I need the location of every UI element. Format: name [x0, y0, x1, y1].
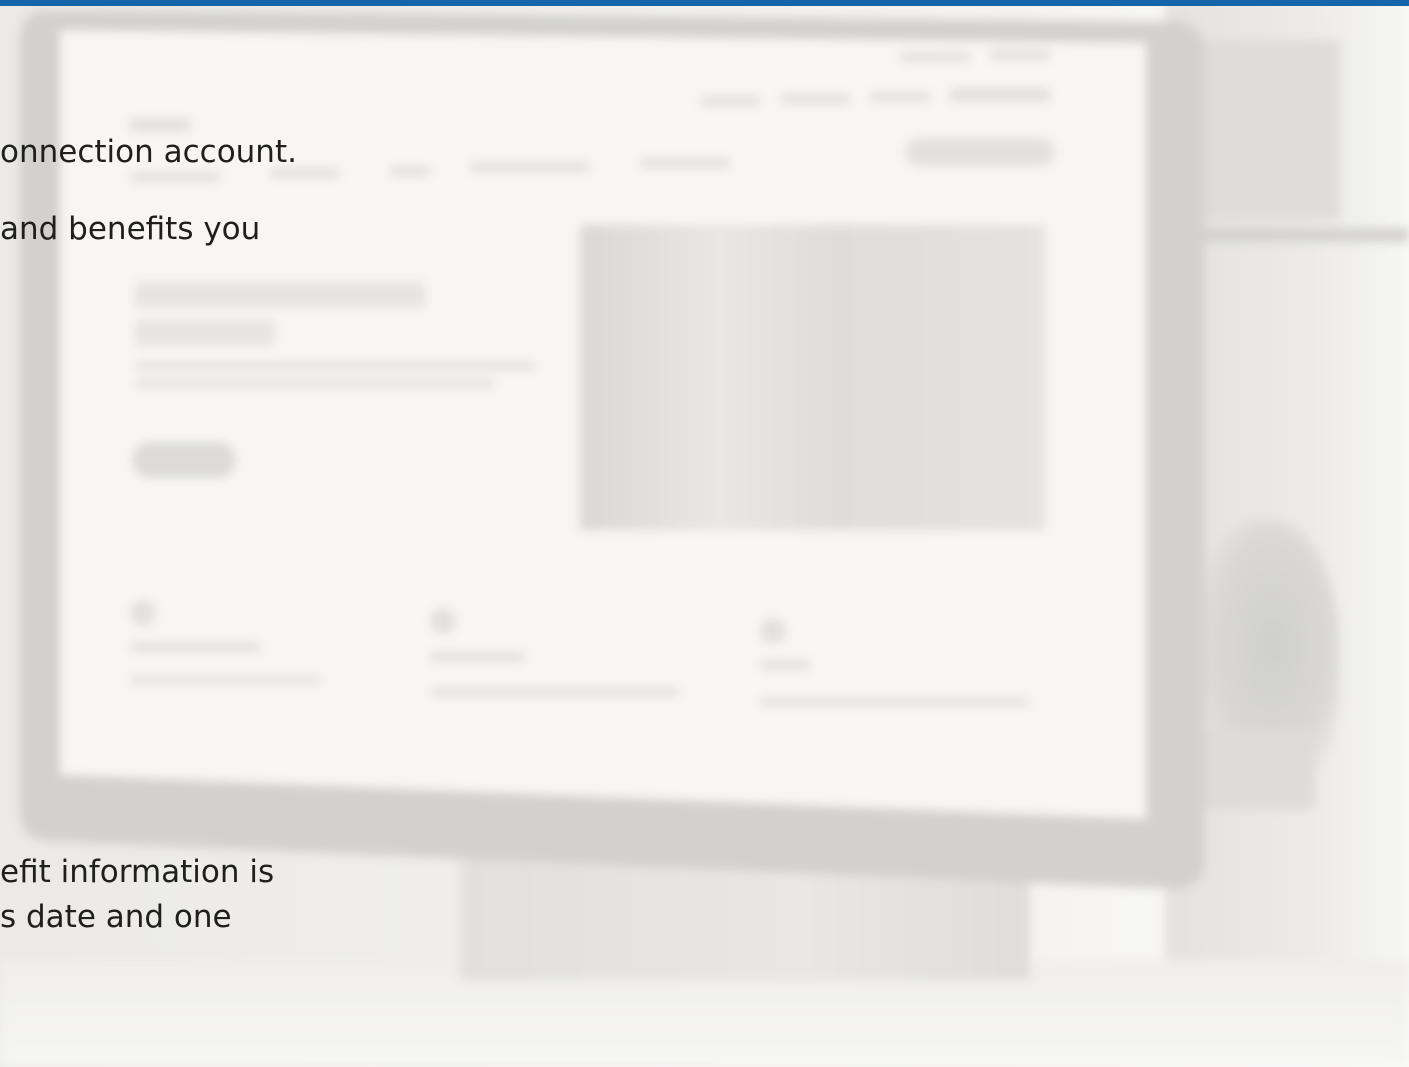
mock-nav-link — [870, 92, 930, 102]
mock-paragraph — [135, 380, 495, 388]
mock-paragraph — [135, 362, 535, 370]
mock-menu-item — [470, 162, 590, 172]
plant-pot — [1185, 730, 1315, 810]
mock-hero-photo — [580, 225, 1045, 530]
mock-heading — [135, 282, 425, 308]
mock-card-title — [430, 652, 525, 662]
mock-card-text — [760, 698, 1030, 706]
mock-button — [132, 442, 236, 478]
body-text-line: onnection account. — [0, 134, 297, 170]
mock-card-title — [760, 660, 810, 670]
body-text-line: s date and one — [0, 899, 232, 935]
mock-menu-item — [390, 166, 430, 176]
mock-icon — [130, 600, 156, 626]
mock-icon — [760, 618, 786, 644]
mock-menu-item — [640, 158, 730, 168]
shelf-board — [1170, 228, 1409, 242]
mock-search — [905, 138, 1055, 166]
body-text-line: and benefits you — [0, 211, 261, 247]
mock-nav-link — [950, 88, 1050, 102]
mock-nav-link — [900, 52, 970, 62]
mock-card-text — [430, 688, 680, 696]
page: onnection account. and benefits you efit… — [0, 0, 1409, 1067]
mock-card-text — [130, 676, 320, 684]
mock-icon — [430, 608, 456, 634]
mock-heading — [135, 320, 275, 346]
mock-nav-link — [780, 94, 850, 104]
body-text-line: efit information is — [0, 854, 275, 890]
mock-nav-link — [990, 50, 1050, 60]
mock-card-title — [130, 642, 260, 652]
mock-nav-link — [700, 96, 760, 106]
top-accent-bar — [0, 0, 1409, 6]
